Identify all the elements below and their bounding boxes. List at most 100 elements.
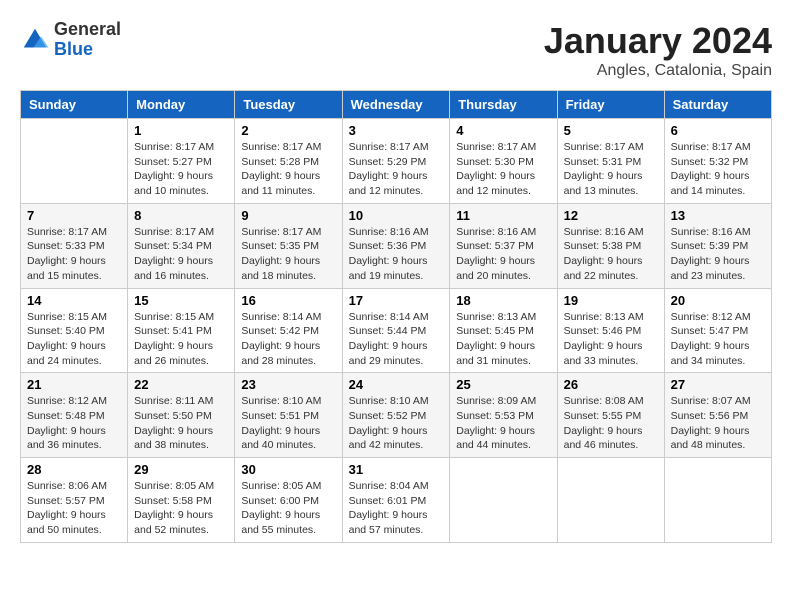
day-number: 8 <box>134 208 228 223</box>
day-number: 20 <box>671 293 765 308</box>
calendar-cell: 20 Sunrise: 8:12 AM Sunset: 5:47 PM Dayli… <box>664 288 771 373</box>
day-info: Sunrise: 8:14 AM Sunset: 5:42 PM Dayligh… <box>241 310 335 369</box>
calendar-cell: 27 Sunrise: 8:07 AM Sunset: 5:56 PM Dayli… <box>664 373 771 458</box>
day-number: 14 <box>27 293 121 308</box>
calendar-cell: 5Sunrise: 8:17 AM Sunset: 5:31 PM Daylig… <box>557 119 664 204</box>
day-number: 27 <box>671 377 765 392</box>
day-info: Sunrise: 8:17 AM Sunset: 5:30 PM Dayligh… <box>456 140 550 199</box>
logo-general: General <box>54 20 121 40</box>
day-number: 22 <box>134 377 228 392</box>
day-info: Sunrise: 8:17 AM Sunset: 5:29 PM Dayligh… <box>349 140 444 199</box>
calendar-week-row: 21Sunrise: 8:12 AM Sunset: 5:48 PM Dayli… <box>21 373 772 458</box>
day-number: 30 <box>241 462 335 477</box>
calendar-week-row: 28Sunrise: 8:06 AM Sunset: 5:57 PM Dayli… <box>21 458 772 543</box>
calendar-cell: 14 Sunrise: 8:15 AM Sunset: 5:40 PM Dayli… <box>21 288 128 373</box>
day-info: Sunrise: 8:16 AM Sunset: 5:39 PM Dayligh… <box>671 225 765 284</box>
calendar-cell: 28Sunrise: 8:06 AM Sunset: 5:57 PM Dayli… <box>21 458 128 543</box>
calendar-cell: 12Sunrise: 8:16 AM Sunset: 5:38 PM Dayli… <box>557 203 664 288</box>
calendar-cell: 7 Sunrise: 8:17 AM Sunset: 5:33 PM Daylig… <box>21 203 128 288</box>
calendar-cell <box>557 458 664 543</box>
day-number: 21 <box>27 377 121 392</box>
title-block: January 2024 Angles, Catalonia, Spain <box>544 20 772 80</box>
day-info: Sunrise: 8:15 AM Sunset: 5:40 PM Dayligh… <box>27 310 121 369</box>
day-info: Sunrise: 8:17 AM Sunset: 5:35 PM Dayligh… <box>241 225 335 284</box>
calendar-cell: 21Sunrise: 8:12 AM Sunset: 5:48 PM Dayli… <box>21 373 128 458</box>
day-number: 13 <box>671 208 765 223</box>
day-info: Sunrise: 8:04 AM Sunset: 6:01 PM Dayligh… <box>349 479 444 538</box>
day-info: Sunrise: 8:13 AM Sunset: 5:45 PM Dayligh… <box>456 310 550 369</box>
weekday-header: Saturday <box>664 91 771 119</box>
day-number: 10 <box>349 208 444 223</box>
day-number: 9 <box>241 208 335 223</box>
day-number: 18 <box>456 293 550 308</box>
calendar-cell: 10Sunrise: 8:16 AM Sunset: 5:36 PM Dayli… <box>342 203 450 288</box>
logo-text: General Blue <box>54 20 121 60</box>
calendar-cell: 13 Sunrise: 8:16 AM Sunset: 5:39 PM Dayli… <box>664 203 771 288</box>
calendar-cell: 15Sunrise: 8:15 AM Sunset: 5:41 PM Dayli… <box>128 288 235 373</box>
day-info: Sunrise: 8:17 AM Sunset: 5:34 PM Dayligh… <box>134 225 228 284</box>
day-info: Sunrise: 8:17 AM Sunset: 5:32 PM Dayligh… <box>671 140 765 199</box>
day-number: 16 <box>241 293 335 308</box>
weekday-header-row: SundayMondayTuesdayWednesdayThursdayFrid… <box>21 91 772 119</box>
day-info: Sunrise: 8:13 AM Sunset: 5:46 PM Dayligh… <box>564 310 658 369</box>
weekday-header: Wednesday <box>342 91 450 119</box>
calendar-table: SundayMondayTuesdayWednesdayThursdayFrid… <box>20 90 772 543</box>
day-info: Sunrise: 8:07 AM Sunset: 5:56 PM Dayligh… <box>671 394 765 453</box>
day-number: 2 <box>241 123 335 138</box>
weekday-header: Thursday <box>450 91 557 119</box>
day-number: 4 <box>456 123 550 138</box>
logo-icon <box>20 25 50 55</box>
day-number: 25 <box>456 377 550 392</box>
calendar-cell: 6 Sunrise: 8:17 AM Sunset: 5:32 PM Daylig… <box>664 119 771 204</box>
calendar-subtitle: Angles, Catalonia, Spain <box>544 62 772 80</box>
day-info: Sunrise: 8:05 AM Sunset: 6:00 PM Dayligh… <box>241 479 335 538</box>
day-info: Sunrise: 8:12 AM Sunset: 5:47 PM Dayligh… <box>671 310 765 369</box>
calendar-cell: 23 Sunrise: 8:10 AM Sunset: 5:51 PM Dayli… <box>235 373 342 458</box>
day-number: 24 <box>349 377 444 392</box>
calendar-cell: 19 Sunrise: 8:13 AM Sunset: 5:46 PM Dayli… <box>557 288 664 373</box>
day-number: 17 <box>349 293 444 308</box>
calendar-week-row: 1 Sunrise: 8:17 AM Sunset: 5:27 PM Daylig… <box>21 119 772 204</box>
day-number: 19 <box>564 293 658 308</box>
calendar-cell: 22Sunrise: 8:11 AM Sunset: 5:50 PM Dayli… <box>128 373 235 458</box>
calendar-cell: 29Sunrise: 8:05 AM Sunset: 5:58 PM Dayli… <box>128 458 235 543</box>
page-header: General Blue January 2024 Angles, Catalo… <box>20 20 772 80</box>
day-number: 6 <box>671 123 765 138</box>
day-number: 1 <box>134 123 228 138</box>
calendar-cell: 26 Sunrise: 8:08 AM Sunset: 5:55 PM Dayli… <box>557 373 664 458</box>
day-info: Sunrise: 8:14 AM Sunset: 5:44 PM Dayligh… <box>349 310 444 369</box>
day-info: Sunrise: 8:08 AM Sunset: 5:55 PM Dayligh… <box>564 394 658 453</box>
calendar-week-row: 7 Sunrise: 8:17 AM Sunset: 5:33 PM Daylig… <box>21 203 772 288</box>
day-info: Sunrise: 8:17 AM Sunset: 5:27 PM Dayligh… <box>134 140 228 199</box>
day-info: Sunrise: 8:10 AM Sunset: 5:51 PM Dayligh… <box>241 394 335 453</box>
calendar-title: January 2024 <box>544 20 772 62</box>
calendar-cell: 17 Sunrise: 8:14 AM Sunset: 5:44 PM Dayli… <box>342 288 450 373</box>
logo-blue: Blue <box>54 40 121 60</box>
calendar-cell <box>21 119 128 204</box>
calendar-cell: 31 Sunrise: 8:04 AM Sunset: 6:01 PM Dayli… <box>342 458 450 543</box>
calendar-cell: 3 Sunrise: 8:17 AM Sunset: 5:29 PM Daylig… <box>342 119 450 204</box>
calendar-cell: 30 Sunrise: 8:05 AM Sunset: 6:00 PM Dayli… <box>235 458 342 543</box>
day-number: 7 <box>27 208 121 223</box>
day-number: 23 <box>241 377 335 392</box>
day-info: Sunrise: 8:17 AM Sunset: 5:31 PM Dayligh… <box>564 140 658 199</box>
day-info: Sunrise: 8:17 AM Sunset: 5:33 PM Dayligh… <box>27 225 121 284</box>
day-info: Sunrise: 8:09 AM Sunset: 5:53 PM Dayligh… <box>456 394 550 453</box>
day-info: Sunrise: 8:05 AM Sunset: 5:58 PM Dayligh… <box>134 479 228 538</box>
calendar-cell: 1 Sunrise: 8:17 AM Sunset: 5:27 PM Daylig… <box>128 119 235 204</box>
calendar-week-row: 14 Sunrise: 8:15 AM Sunset: 5:40 PM Dayli… <box>21 288 772 373</box>
calendar-cell: 25 Sunrise: 8:09 AM Sunset: 5:53 PM Dayli… <box>450 373 557 458</box>
calendar-cell <box>450 458 557 543</box>
calendar-cell: 24Sunrise: 8:10 AM Sunset: 5:52 PM Dayli… <box>342 373 450 458</box>
weekday-header: Tuesday <box>235 91 342 119</box>
day-number: 15 <box>134 293 228 308</box>
calendar-cell: 2Sunrise: 8:17 AM Sunset: 5:28 PM Daylig… <box>235 119 342 204</box>
day-info: Sunrise: 8:16 AM Sunset: 5:38 PM Dayligh… <box>564 225 658 284</box>
day-number: 11 <box>456 208 550 223</box>
day-number: 26 <box>564 377 658 392</box>
calendar-cell: 9 Sunrise: 8:17 AM Sunset: 5:35 PM Daylig… <box>235 203 342 288</box>
calendar-cell: 16 Sunrise: 8:14 AM Sunset: 5:42 PM Dayli… <box>235 288 342 373</box>
day-number: 3 <box>349 123 444 138</box>
day-number: 31 <box>349 462 444 477</box>
weekday-header: Sunday <box>21 91 128 119</box>
